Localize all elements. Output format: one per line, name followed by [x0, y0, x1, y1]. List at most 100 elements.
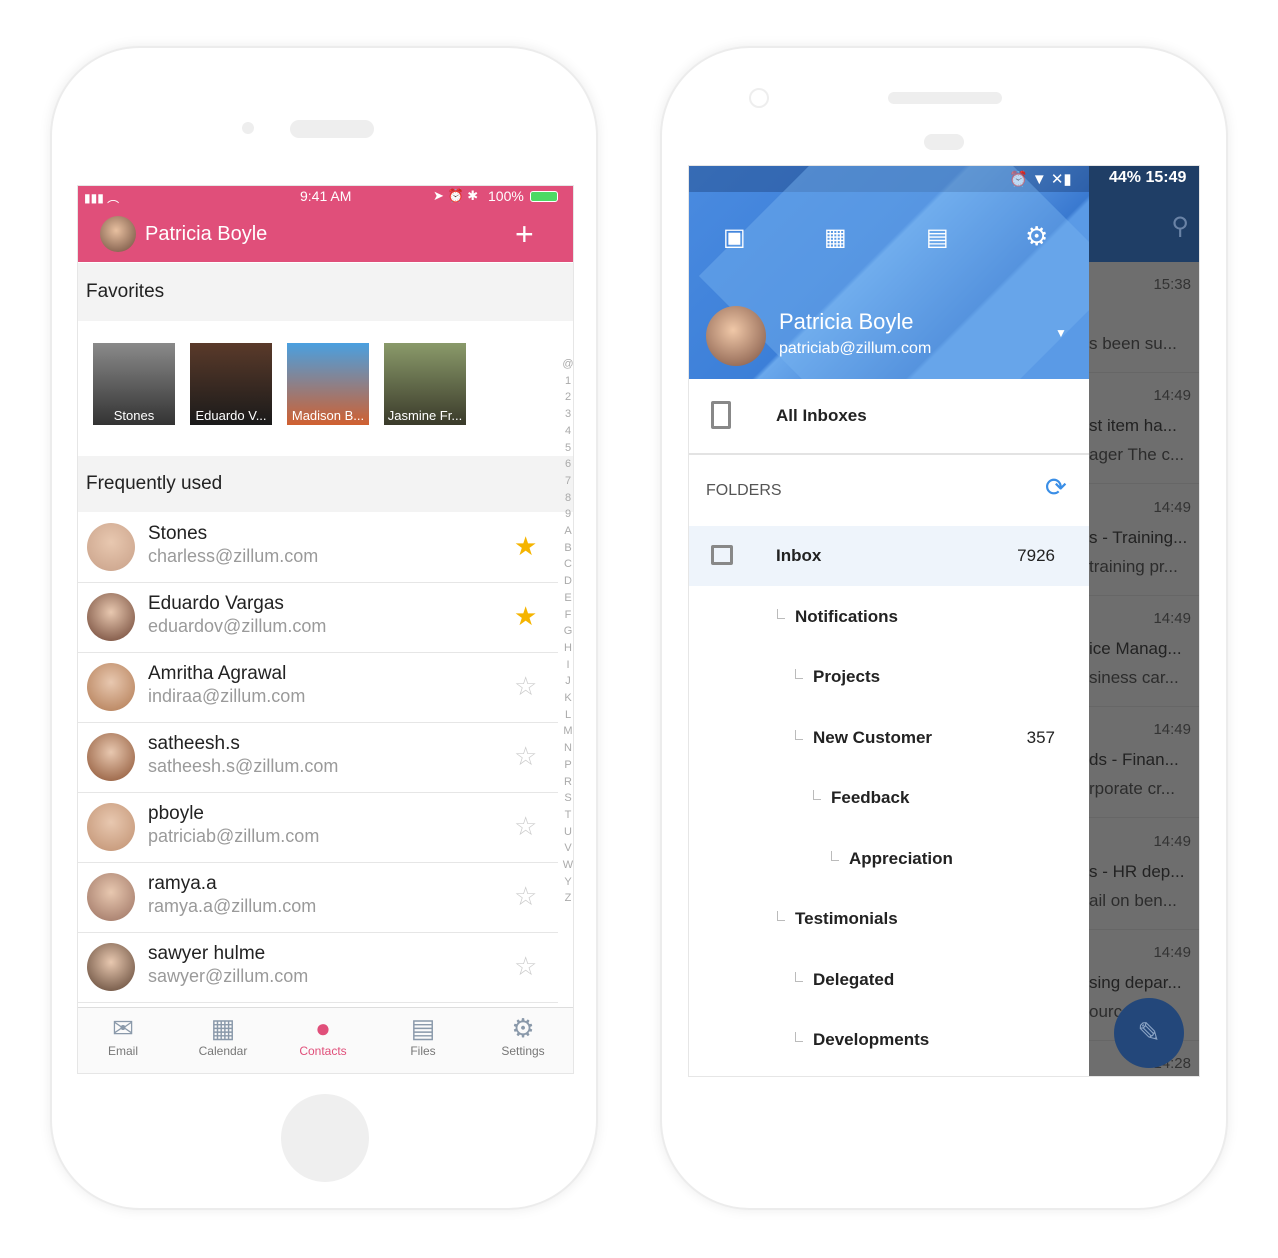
mail-item[interactable]: 15:38 s been su...	[1089, 262, 1199, 373]
refresh-icon[interactable]: ⟳	[1045, 472, 1067, 503]
user-avatar[interactable]	[100, 216, 136, 252]
index-letter[interactable]: 1	[562, 373, 573, 390]
contact-row[interactable]: Stones charless@zillum.com ★	[78, 513, 558, 583]
favorite-contact[interactable]: Stones	[93, 343, 175, 425]
home-button[interactable]	[281, 1094, 369, 1182]
tab-calendar[interactable]: ▦ Calendar	[173, 1008, 273, 1058]
favorite-contact[interactable]: Madison B...	[287, 343, 369, 425]
contact-row[interactable]: ramya.a ramya.a@zillum.com ☆	[78, 863, 558, 933]
index-letter[interactable]: 6	[562, 456, 573, 473]
mail-item[interactable]: 14:49 st item ha... ager The c...	[1089, 373, 1199, 485]
tab-email[interactable]: ✉ Email	[78, 1008, 173, 1058]
star-icon[interactable]: ☆	[514, 881, 537, 912]
index-letter[interactable]: U	[562, 824, 573, 841]
calendar-icon[interactable]: ▦	[824, 223, 847, 252]
tree-connector	[795, 971, 803, 982]
contact-row[interactable]: Amritha Agrawal indiraa@zillum.com ☆	[78, 653, 558, 723]
tab-settings[interactable]: ⚙ Settings	[473, 1008, 573, 1058]
index-letter[interactable]: J	[562, 673, 573, 690]
index-letter[interactable]: B	[562, 540, 573, 557]
star-icon[interactable]: ☆	[514, 811, 537, 842]
index-letter[interactable]: I	[562, 657, 573, 674]
index-letter[interactable]: P	[562, 757, 573, 774]
contact-email: satheesh.s@zillum.com	[148, 756, 339, 776]
index-letter[interactable]: A	[562, 523, 573, 540]
star-icon[interactable]: ☆	[514, 741, 537, 772]
star-icon[interactable]: ☆	[514, 951, 537, 982]
index-letter[interactable]: G	[562, 623, 573, 640]
tab-label: Email	[107, 1044, 138, 1058]
mail-screen: ⚲ 15:38 s been su... 14:49 st item ha... age…	[688, 165, 1200, 1077]
folder-item[interactable]: Projects	[689, 647, 1089, 707]
favorite-contact[interactable]: Eduardo V...	[190, 343, 272, 425]
speaker	[290, 120, 374, 138]
folder-item[interactable]: Feedback	[689, 768, 1089, 828]
compose-button[interactable]: ✎	[1114, 998, 1184, 1068]
index-letter[interactable]: D	[562, 573, 573, 590]
status-icons: ➤ ⏰ ✱	[433, 188, 479, 203]
tab-contacts[interactable]: ● Contacts	[273, 1008, 373, 1058]
user-avatar[interactable]	[706, 306, 766, 366]
index-letter[interactable]: C	[562, 556, 573, 573]
mail-preview: ager The c...	[1089, 445, 1185, 465]
mail-preview: s been su...	[1089, 334, 1177, 353]
star-icon[interactable]: ★	[514, 531, 537, 562]
star-icon[interactable]: ★	[514, 601, 537, 632]
index-letter[interactable]: R	[562, 774, 573, 791]
favorite-name: Stones	[113, 408, 155, 423]
index-letter[interactable]: K	[562, 690, 573, 707]
add-button[interactable]: +	[515, 216, 534, 253]
folder-item[interactable]: Appreciation	[689, 829, 1089, 889]
contact-row[interactable]: sawyer hulme sawyer@zillum.com ☆	[78, 933, 558, 1003]
index-letter[interactable]: F	[562, 607, 573, 624]
account-dropdown-icon[interactable]: ▼	[1055, 326, 1067, 340]
search-icon[interactable]: ⚲	[1171, 212, 1189, 241]
favorite-contact[interactable]: Jasmine Fr...	[384, 343, 466, 425]
index-letter[interactable]: 3	[562, 406, 573, 423]
folder-name: New Customer	[813, 727, 933, 747]
index-letter[interactable]: 4	[562, 423, 573, 440]
user-name[interactable]: Patricia Boyle	[145, 223, 267, 246]
mail-subject: ds - Finan...	[1089, 750, 1179, 770]
contact-name: Eduardo Vargas	[148, 593, 284, 614]
index-letter[interactable]: @	[562, 356, 573, 373]
index-letter[interactable]: W	[562, 857, 573, 874]
index-letter[interactable]: 2	[562, 389, 573, 406]
status-time: 15:49	[1145, 169, 1187, 186]
contacts-icon[interactable]: ▣	[723, 223, 746, 252]
index-letter[interactable]: 9	[562, 506, 573, 523]
index-letter[interactable]: L	[562, 707, 573, 724]
favorite-name: Madison B...	[291, 408, 365, 423]
contact-row[interactable]: satheesh.s satheesh.s@zillum.com ☆	[78, 723, 558, 793]
folder-item[interactable]: Inbox 7926	[689, 526, 1089, 586]
folder-item[interactable]: Notifications	[689, 587, 1089, 647]
folder-item[interactable]: New Customer 357	[689, 708, 1089, 768]
index-letter[interactable]: 7	[562, 473, 573, 490]
mail-item[interactable]: 14:49 ice Manag... siness car...	[1089, 596, 1199, 707]
tab-files[interactable]: ▤ Files	[373, 1008, 473, 1058]
mail-item[interactable]: 14:49 s - HR dep... ail on ben...	[1089, 819, 1199, 930]
index-letter[interactable]: Y	[562, 874, 573, 891]
index-letter[interactable]: S	[562, 790, 573, 807]
index-letter[interactable]: 8	[562, 490, 573, 507]
index-letter[interactable]: V	[562, 840, 573, 857]
contact-row[interactable]: pboyle patriciab@zillum.com ☆	[78, 793, 558, 863]
index-letter[interactable]: E	[562, 590, 573, 607]
folder-item[interactable]: Developments	[689, 1010, 1089, 1070]
folder-item[interactable]: Delegated	[689, 950, 1089, 1010]
index-letter[interactable]: T	[562, 807, 573, 824]
gear-icon[interactable]: ⚙	[1025, 221, 1048, 252]
star-icon[interactable]: ☆	[514, 671, 537, 702]
contact-avatar	[87, 733, 135, 781]
index-letter[interactable]: M	[562, 723, 573, 740]
notes-icon[interactable]: ▤	[926, 223, 949, 252]
mail-item[interactable]: 14:49 ds - Finan... rporate cr...	[1089, 707, 1199, 819]
all-inboxes-item[interactable]: All Inboxes	[689, 379, 1089, 455]
index-letter[interactable]: N	[562, 740, 573, 757]
mail-item[interactable]: 14:49 s - Training... training pr...	[1089, 485, 1199, 596]
folder-item[interactable]: Testimonials	[689, 889, 1089, 949]
index-letter[interactable]: H	[562, 640, 573, 657]
contact-row[interactable]: Eduardo Vargas eduardov@zillum.com ★	[78, 583, 558, 653]
index-letter[interactable]: 5	[562, 440, 573, 457]
index-letter[interactable]: Z	[562, 890, 573, 907]
